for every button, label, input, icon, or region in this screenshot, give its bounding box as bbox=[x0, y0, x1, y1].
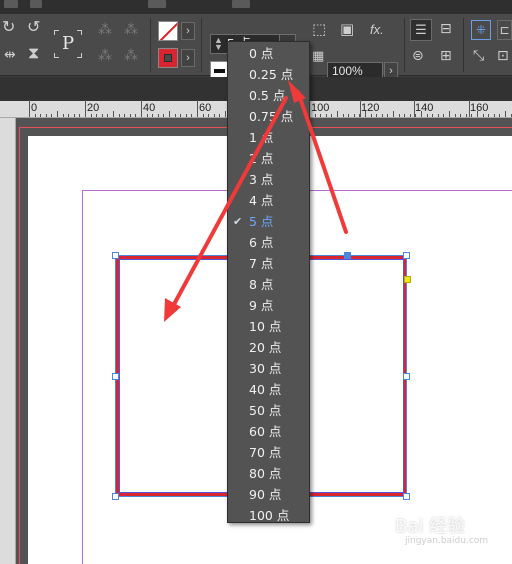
watermark-url: jingyan.baidu.com bbox=[405, 536, 489, 546]
annotation-arrow-line bbox=[170, 96, 288, 310]
annotation-arrowhead bbox=[164, 298, 181, 322]
annotation-arrow-line bbox=[296, 90, 348, 234]
annotation-arrows bbox=[164, 80, 348, 322]
watermark-logo: Bai 经验 bbox=[395, 516, 466, 537]
indesign-window: ↻ ↺ ⇹ ⧗ P ⁂ ⁂ ⁂ ⁂ › › ▲▼ 5 点 ⌄ bbox=[0, 0, 512, 564]
annotation-arrowhead bbox=[288, 80, 306, 103]
